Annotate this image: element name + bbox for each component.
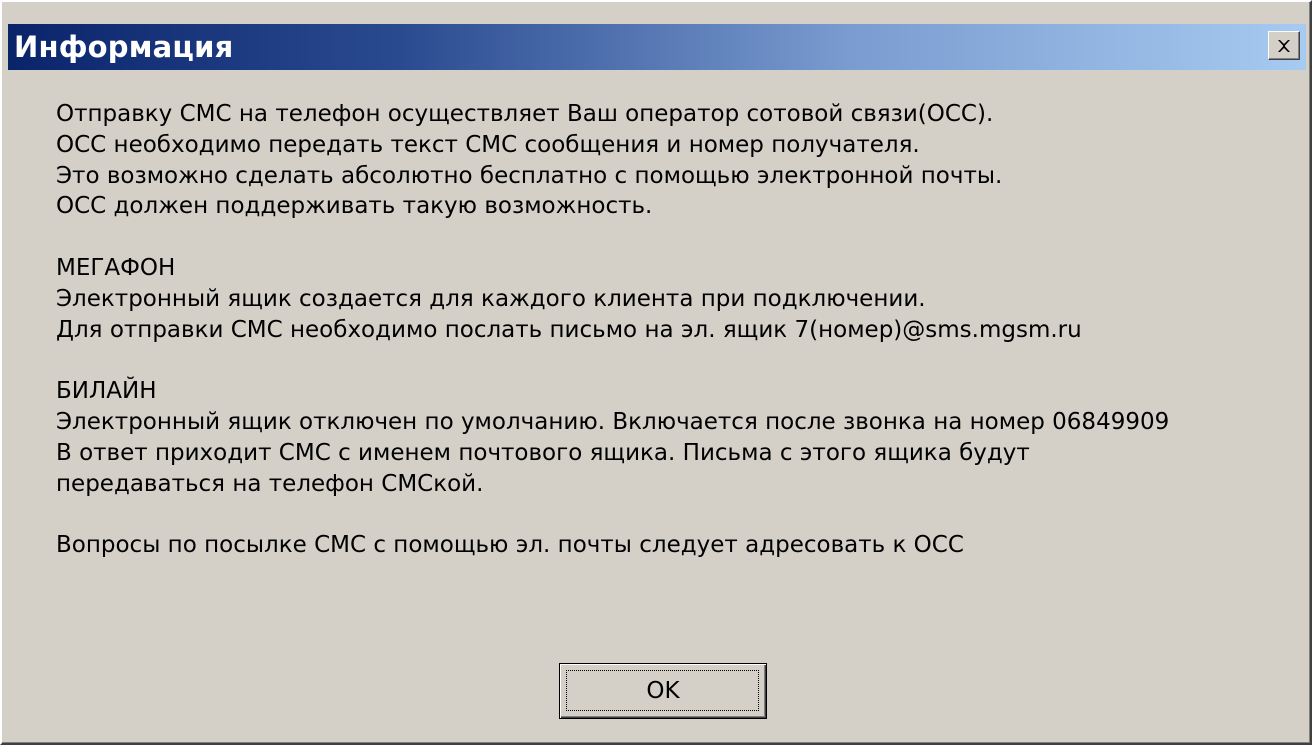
message-line: В ответ приходит СМС с именем почтового …	[56, 439, 1030, 466]
title-bar[interactable]: Информация	[8, 24, 1306, 70]
message-line: ОСС необходимо передать текст СМС сообще…	[56, 131, 920, 158]
ok-button-label: OK	[646, 678, 680, 704]
message-line: передаваться на телефон СМСкой.	[56, 470, 484, 497]
message-line: Отправку СМС на телефон осуществляет Ваш…	[56, 101, 994, 127]
dialog-title: Информация	[14, 30, 234, 64]
ok-button[interactable]: OK	[559, 663, 767, 719]
dialog-window: Информация Отправку СМС на телефон осуще…	[0, 0, 1312, 745]
close-button[interactable]	[1268, 31, 1300, 60]
section-heading-megafon: МЕГАФОН	[56, 254, 176, 281]
message-line: Вопросы по посылке СМС с помощью эл. поч…	[56, 532, 964, 559]
message-line: Электронный ящик создается для каждого к…	[56, 285, 926, 312]
message-line: Для отправки СМС необходимо послать пись…	[56, 316, 1082, 343]
close-icon	[1278, 39, 1290, 52]
message-line: ОСС должен поддерживать такую возможност…	[56, 193, 653, 220]
message-line: Это возможно сделать абсолютно бесплатно…	[56, 162, 1003, 189]
section-heading-beeline: БИЛАЙН	[56, 378, 157, 405]
message-line: Электронный ящик отключен по умолчанию. …	[56, 408, 1170, 435]
message-body: Отправку СМС на телефон осуществляет Ваш…	[56, 99, 1296, 561]
